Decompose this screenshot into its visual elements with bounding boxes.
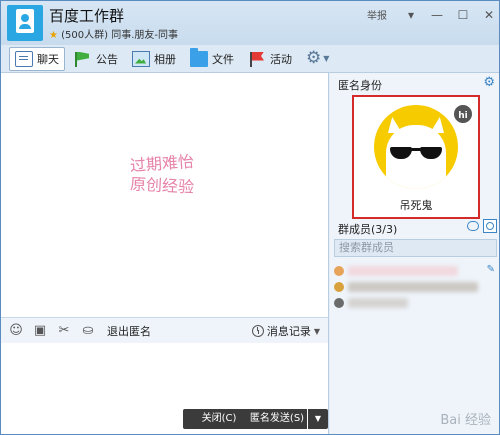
- tab-chat[interactable]: 聊天: [9, 46, 65, 71]
- group-subtitle: ★ (500人群) 同事.朋友-同事: [49, 26, 178, 41]
- group-title[interactable]: 百度工作群: [49, 5, 124, 26]
- image-icon[interactable]: ▣: [33, 323, 47, 338]
- members-actions: [467, 219, 497, 233]
- id-badge-icon: [16, 9, 34, 33]
- window-controls: 举报 ▾ — ☐ ✕: [367, 7, 495, 23]
- close-button[interactable]: 关闭(C): [183, 409, 255, 429]
- chat-input-toolbar: ☺ ▣ ✂ ⛀ 退出匿名 消息记录 ▼: [1, 317, 329, 343]
- baidu-watermark-logo: Bai 经验: [440, 413, 491, 428]
- tab-notice[interactable]: 公告: [69, 47, 123, 71]
- watermark-line-2: 原创经验: [129, 174, 195, 197]
- avatar: [334, 298, 344, 308]
- folder-icon: [190, 47, 208, 67]
- anonymous-name: 吊死鬼: [399, 199, 433, 212]
- member-name-blurred: [348, 266, 458, 276]
- menu-chevron-icon[interactable]: ▾: [405, 9, 417, 21]
- group-tags: 同事.朋友-同事: [111, 30, 179, 41]
- chat-message-area[interactable]: 过期难怡 原创经验: [1, 73, 329, 317]
- anonymous-identity-card: hi 吊死鬼: [352, 95, 480, 219]
- member-row[interactable]: [334, 295, 497, 311]
- member-search-input[interactable]: 搜索群成员: [334, 239, 497, 257]
- minimize-icon[interactable]: —: [431, 9, 443, 21]
- qq-group-chat-window: 百度工作群 ★ (500人群) 同事.朋友-同事 举报 ▾ — ☐ ✕ 聊天 公…: [0, 0, 500, 435]
- anonymous-mask-icon[interactable]: ⛀: [81, 323, 95, 338]
- maximize-icon[interactable]: ☐: [457, 9, 469, 21]
- event-flag-icon: [248, 51, 266, 67]
- watermark-logo: 过期难怡 原创经验: [117, 152, 207, 213]
- chevron-down-icon: ▼: [323, 54, 330, 63]
- member-row[interactable]: [334, 279, 497, 295]
- hi-badge[interactable]: hi: [452, 103, 474, 125]
- sunglasses-bridge: [410, 148, 422, 151]
- window-header: 百度工作群 ★ (500人群) 同事.朋友-同事 举报 ▾ — ☐ ✕: [1, 1, 499, 45]
- tab-events-label: 活动: [270, 52, 292, 66]
- group-member-count: (500人群): [61, 30, 109, 41]
- right-panel: 匿名身份 ⚙ hi 吊死鬼 群成员(3/3) 搜索群成员 ✎ Bai 经验: [330, 73, 499, 434]
- report-button[interactable]: 举报: [367, 7, 387, 22]
- emoji-icon[interactable]: ☺: [9, 323, 23, 338]
- avatar: [334, 266, 344, 276]
- anonymous-identity-title: 匿名身份: [338, 79, 382, 92]
- chat-bubble-icon[interactable]: [467, 221, 479, 231]
- tab-files-label: 文件: [212, 52, 234, 66]
- settings-gear-icon[interactable]: ⚙: [483, 75, 495, 90]
- tab-album[interactable]: 相册: [127, 47, 181, 71]
- tab-chat-label: 聊天: [37, 52, 59, 66]
- members-title: 群成员(3/3): [338, 223, 398, 236]
- tab-events[interactable]: 活动: [243, 47, 297, 71]
- notice-flag-icon: [74, 51, 92, 67]
- edit-icon[interactable]: ✎: [487, 264, 495, 275]
- member-name-blurred: [348, 282, 478, 292]
- exit-anonymous-button[interactable]: 退出匿名: [107, 323, 151, 339]
- group-avatar[interactable]: [7, 5, 43, 41]
- album-icon: [132, 50, 150, 67]
- anonymous-send-button[interactable]: 匿名发送(S): [247, 409, 307, 429]
- settings-button[interactable]: ⚙ ▼: [301, 47, 334, 71]
- member-name-blurred: [348, 298, 408, 308]
- scissors-icon[interactable]: ✂: [57, 323, 71, 338]
- star-icon: ★: [49, 30, 58, 41]
- avatar: [334, 282, 344, 292]
- tab-notice-label: 公告: [96, 52, 118, 66]
- chat-icon: [15, 50, 33, 67]
- message-history-button[interactable]: 消息记录 ▼: [251, 323, 320, 339]
- tab-album-label: 相册: [154, 52, 176, 66]
- chevron-down-icon: ▼: [313, 326, 320, 336]
- gear-icon: ⚙: [306, 48, 322, 68]
- tab-files[interactable]: 文件: [185, 47, 239, 71]
- toolbar: 聊天 公告 相册 文件 活动 ⚙ ▼: [1, 45, 499, 73]
- message-history-label: 消息记录: [266, 325, 311, 338]
- member-row[interactable]: ✎: [334, 263, 497, 279]
- clock-icon: [251, 325, 264, 337]
- close-icon[interactable]: ✕: [483, 9, 495, 21]
- anonymous-avatar[interactable]: [374, 105, 458, 189]
- send-options-dropdown[interactable]: ▼: [308, 409, 328, 429]
- search-icon[interactable]: [483, 219, 497, 233]
